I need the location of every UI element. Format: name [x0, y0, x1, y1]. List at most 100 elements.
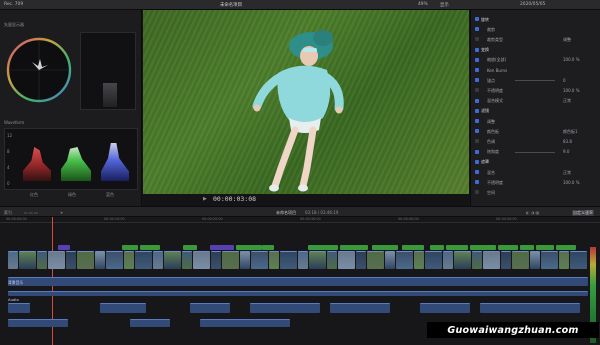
inspector-row-value[interactable]: 调整: [563, 37, 571, 43]
row-checkbox[interactable]: [475, 37, 479, 42]
connected-title-clip[interactable]: [402, 245, 424, 250]
connected-title-clip[interactable]: [536, 245, 554, 250]
video-clip-thumbnail[interactable]: [19, 251, 36, 269]
inspector-row[interactable]: 混合模式 正常: [471, 98, 600, 104]
video-clip-thumbnail[interactable]: [222, 251, 239, 269]
inspector-row[interactable]: 锚点 0: [471, 77, 600, 83]
video-clip-thumbnail[interactable]: [240, 251, 250, 269]
row-checkbox[interactable]: [475, 170, 479, 174]
edit-tools-icons[interactable]: ▭ ▭ ▭: [24, 210, 38, 215]
inspector-row-value[interactable]: 100.0 %: [563, 88, 580, 93]
inspector-row-value[interactable]: 正常: [563, 98, 571, 104]
video-clip-thumbnail[interactable]: [48, 251, 65, 269]
video-clip-thumbnail[interactable]: [443, 251, 453, 269]
row-checkbox[interactable]: [475, 149, 479, 154]
video-clip-thumbnail[interactable]: [541, 251, 558, 269]
row-checkbox[interactable]: [475, 139, 479, 144]
connected-title-clip[interactable]: [58, 245, 70, 250]
inspector-row[interactable]: 空间: [471, 189, 600, 195]
video-clip-thumbnail[interactable]: [356, 251, 366, 269]
value-slider[interactable]: [515, 151, 555, 153]
inspector-row[interactable]: 颜色板 颜色板1: [471, 128, 600, 134]
video-clip-thumbnail[interactable]: [501, 251, 511, 269]
timeline-ruler[interactable]: 00:00:00:00 00:00:10:00 00:00:20:00 00:00:3…: [0, 217, 600, 223]
row-checkbox[interactable]: [475, 159, 479, 164]
play-icon[interactable]: ▶: [203, 196, 207, 202]
connected-title-clip[interactable]: [122, 245, 138, 250]
inspector-row[interactable]: 调整: [471, 118, 600, 124]
video-clip-thumbnail[interactable]: [280, 251, 297, 269]
video-clip-thumbnail[interactable]: [396, 251, 413, 269]
video-clip-thumbnail[interactable]: [95, 251, 105, 269]
video-frame[interactable]: [143, 10, 469, 194]
custom-speed-button[interactable]: 自定义速率: [572, 210, 594, 216]
skimming-icons[interactable]: ◐ ◑ ▦: [526, 210, 539, 215]
connected-title-clip[interactable]: [262, 245, 274, 250]
video-clip-thumbnail[interactable]: [124, 251, 134, 269]
row-checkbox[interactable]: [475, 68, 479, 72]
audio-clip[interactable]: [8, 303, 30, 313]
inspector-row-value[interactable]: 0: [563, 78, 566, 83]
row-checkbox[interactable]: [475, 78, 479, 83]
connected-title-clip[interactable]: [498, 245, 518, 250]
audio-clip[interactable]: [8, 277, 588, 286]
connected-title-clip[interactable]: [340, 245, 368, 250]
audio-clip[interactable]: [420, 303, 470, 313]
row-checkbox[interactable]: [475, 57, 479, 62]
inspector-row[interactable]: 变换: [471, 47, 600, 53]
connected-title-clip[interactable]: [430, 245, 444, 250]
inspector-row[interactable]: Ken Burns: [471, 67, 600, 73]
audio-clip[interactable]: [330, 303, 390, 313]
video-clip-thumbnail[interactable]: [269, 251, 279, 269]
inspector-row[interactable]: 饱和度 9.0: [471, 149, 600, 155]
audio-clip[interactable]: [130, 319, 170, 327]
index-button[interactable]: 索引: [4, 210, 12, 216]
connected-title-clip[interactable]: [210, 245, 234, 250]
audio-clip[interactable]: [8, 291, 588, 296]
audio-clip[interactable]: [480, 303, 580, 313]
value-slider[interactable]: [515, 80, 555, 82]
row-checkbox[interactable]: [475, 47, 479, 52]
connected-title-clip[interactable]: [520, 245, 534, 250]
video-clip-thumbnail[interactable]: [414, 251, 424, 269]
row-checkbox[interactable]: [475, 108, 479, 113]
video-clip-thumbnail[interactable]: [211, 251, 221, 269]
audio-clip[interactable]: [8, 319, 68, 327]
connected-title-clip[interactable]: [446, 245, 468, 250]
video-clip-thumbnail[interactable]: [385, 251, 395, 269]
video-clip-thumbnail[interactable]: [153, 251, 163, 269]
video-clip-thumbnail[interactable]: [8, 251, 18, 269]
video-clip-thumbnail[interactable]: [338, 251, 355, 269]
audio-clip[interactable]: [100, 303, 146, 313]
inspector-row[interactable]: 不透明度 100.0 %: [471, 87, 600, 93]
video-clip-thumbnail[interactable]: [37, 251, 47, 269]
connected-title-clip[interactable]: [556, 245, 576, 250]
inspector-row-value[interactable]: 83.8: [563, 139, 572, 144]
video-clip-thumbnail[interactable]: [367, 251, 384, 269]
video-clip-thumbnail[interactable]: [512, 251, 529, 269]
video-clip-thumbnail[interactable]: [309, 251, 326, 269]
zoom-level[interactable]: 49%: [418, 2, 428, 7]
row-checkbox[interactable]: [475, 98, 479, 103]
video-clip-thumbnail[interactable]: [298, 251, 308, 269]
video-clip-thumbnail[interactable]: [77, 251, 94, 269]
inspector-row[interactable]: 缩放(全部) 100.0 %: [471, 57, 600, 63]
inspector-row[interactable]: 不透明度 100.0 %: [471, 179, 600, 185]
connected-title-clip[interactable]: [183, 245, 197, 250]
video-clip-thumbnail[interactable]: [164, 251, 181, 269]
inspector-row[interactable]: 裁剪: [471, 26, 600, 32]
row-checkbox[interactable]: [475, 17, 479, 21]
inspector-row-value[interactable]: 颜色板1: [563, 129, 578, 135]
inspector-row[interactable]: 色调 83.8: [471, 138, 600, 144]
inspector-row[interactable]: 滤镜: [471, 108, 600, 114]
video-clip-thumbnail[interactable]: [454, 251, 471, 269]
inspector-row-value[interactable]: 9.0: [563, 149, 569, 154]
inspector-row[interactable]: 裁剪类型 调整: [471, 36, 600, 42]
video-clip-thumbnail[interactable]: [135, 251, 152, 269]
connected-title-clip[interactable]: [236, 245, 262, 250]
inspector-row-value[interactable]: 100.0 %: [563, 57, 580, 62]
video-clip-thumbnail[interactable]: [182, 251, 192, 269]
arrow-tool-icon[interactable]: ➤: [60, 210, 63, 215]
connected-title-clip[interactable]: [308, 245, 338, 250]
row-checkbox[interactable]: [475, 119, 479, 123]
